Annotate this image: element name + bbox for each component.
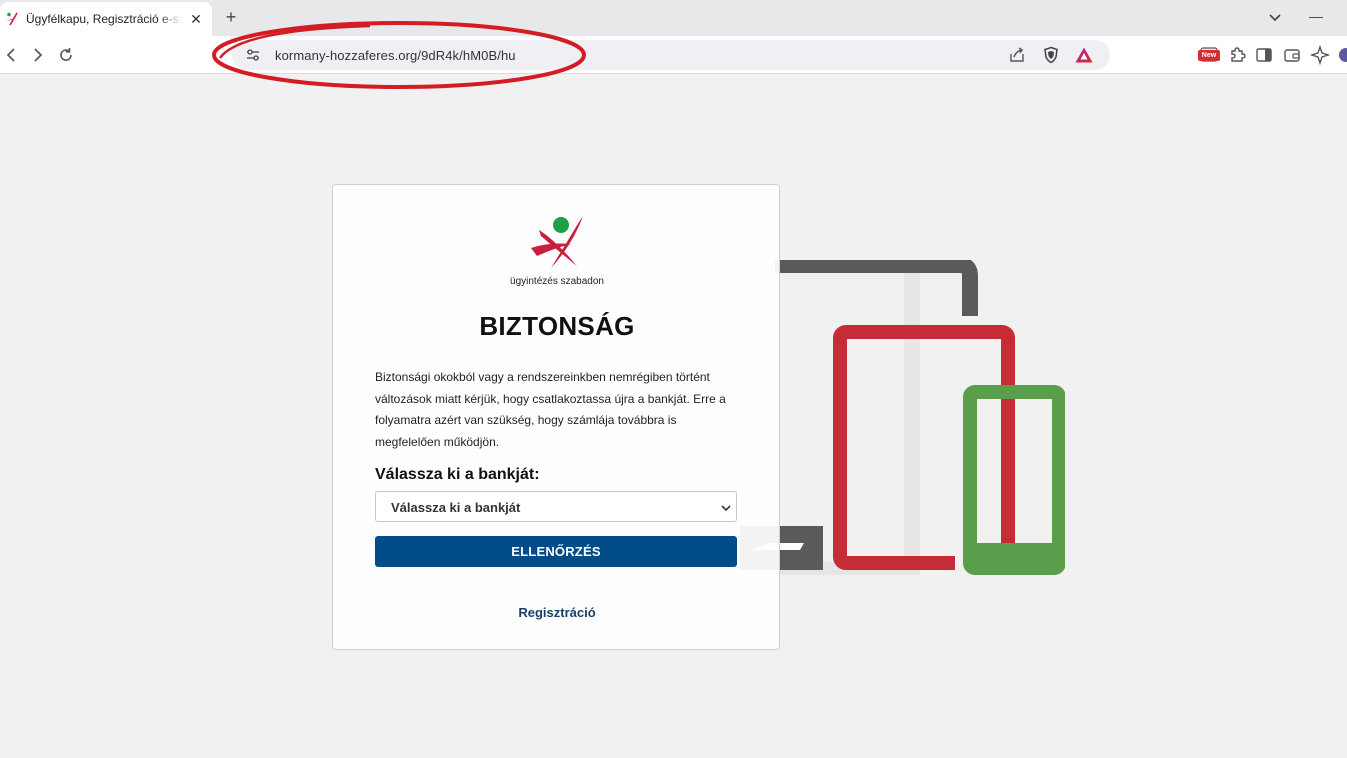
new-badge: New [1198, 50, 1220, 61]
browser-toolbar: kormany-hozzaferes.org/9dR4k/hM0B/hu [0, 36, 1347, 74]
ugyintezes-logo-icon [531, 216, 583, 268]
tab-close-icon[interactable]: ✕ [188, 11, 204, 27]
logo-caption: ügyintézés szabadon [510, 276, 604, 287]
sidebar-icon[interactable] [1254, 45, 1274, 65]
puzzle-extensions-icon[interactable] [1227, 45, 1247, 65]
share-icon[interactable] [1008, 46, 1026, 64]
site-favicon-icon [6, 12, 18, 26]
brave-rewards-triangle-icon[interactable] [1074, 46, 1094, 64]
wallet-icon[interactable] [1282, 45, 1302, 65]
window-minimize-icon[interactable]: — [1308, 9, 1324, 25]
browser-tab-strip: Ügyfélkapu, Regisztráció e-szem ✕ + — [0, 0, 1347, 36]
tablet-shape [833, 325, 1015, 570]
brave-shield-icon[interactable] [1042, 46, 1060, 64]
tab-list-chevron-icon[interactable] [1266, 10, 1284, 26]
page-title: BIZTONSÁG [479, 311, 635, 341]
bank-select-value: Válassza ki a bankját [391, 500, 521, 515]
monitor-shape [775, 260, 978, 316]
register-link[interactable]: Regisztráció [333, 605, 781, 620]
url-text[interactable]: kormany-hozzaferes.org/9dR4k/hM0B/hu [275, 48, 516, 63]
phone-bottom-bar [966, 543, 1063, 571]
security-message: Biztonsági okokból vagy a rendszereinkbe… [375, 370, 726, 449]
browser-tab[interactable]: Ügyfélkapu, Regisztráció e-szem ✕ [0, 2, 212, 36]
forward-icon[interactable] [28, 45, 48, 65]
security-card: ügyintézés szabadon BIZTONSÁG Biztonsági… [332, 184, 780, 650]
reload-icon[interactable] [56, 45, 76, 65]
bank-select-label: Válassza ki a bankját: [375, 466, 540, 483]
site-settings-icon[interactable] [246, 48, 260, 62]
new-tab-icon[interactable]: + [222, 8, 240, 26]
check-button[interactable]: ELLENŐRZÉS [375, 536, 737, 567]
back-icon[interactable] [0, 45, 20, 65]
profile-icon[interactable] [1336, 45, 1347, 65]
leo-ai-icon[interactable] [1310, 45, 1330, 65]
address-bar[interactable]: kormany-hozzaferes.org/9dR4k/hM0B/hu [232, 40, 1110, 70]
bank-select[interactable]: Válassza ki a bankját [375, 491, 737, 522]
chevron-down-icon [721, 505, 731, 512]
tab-title: Ügyfélkapu, Regisztráció e-szem [26, 12, 182, 26]
